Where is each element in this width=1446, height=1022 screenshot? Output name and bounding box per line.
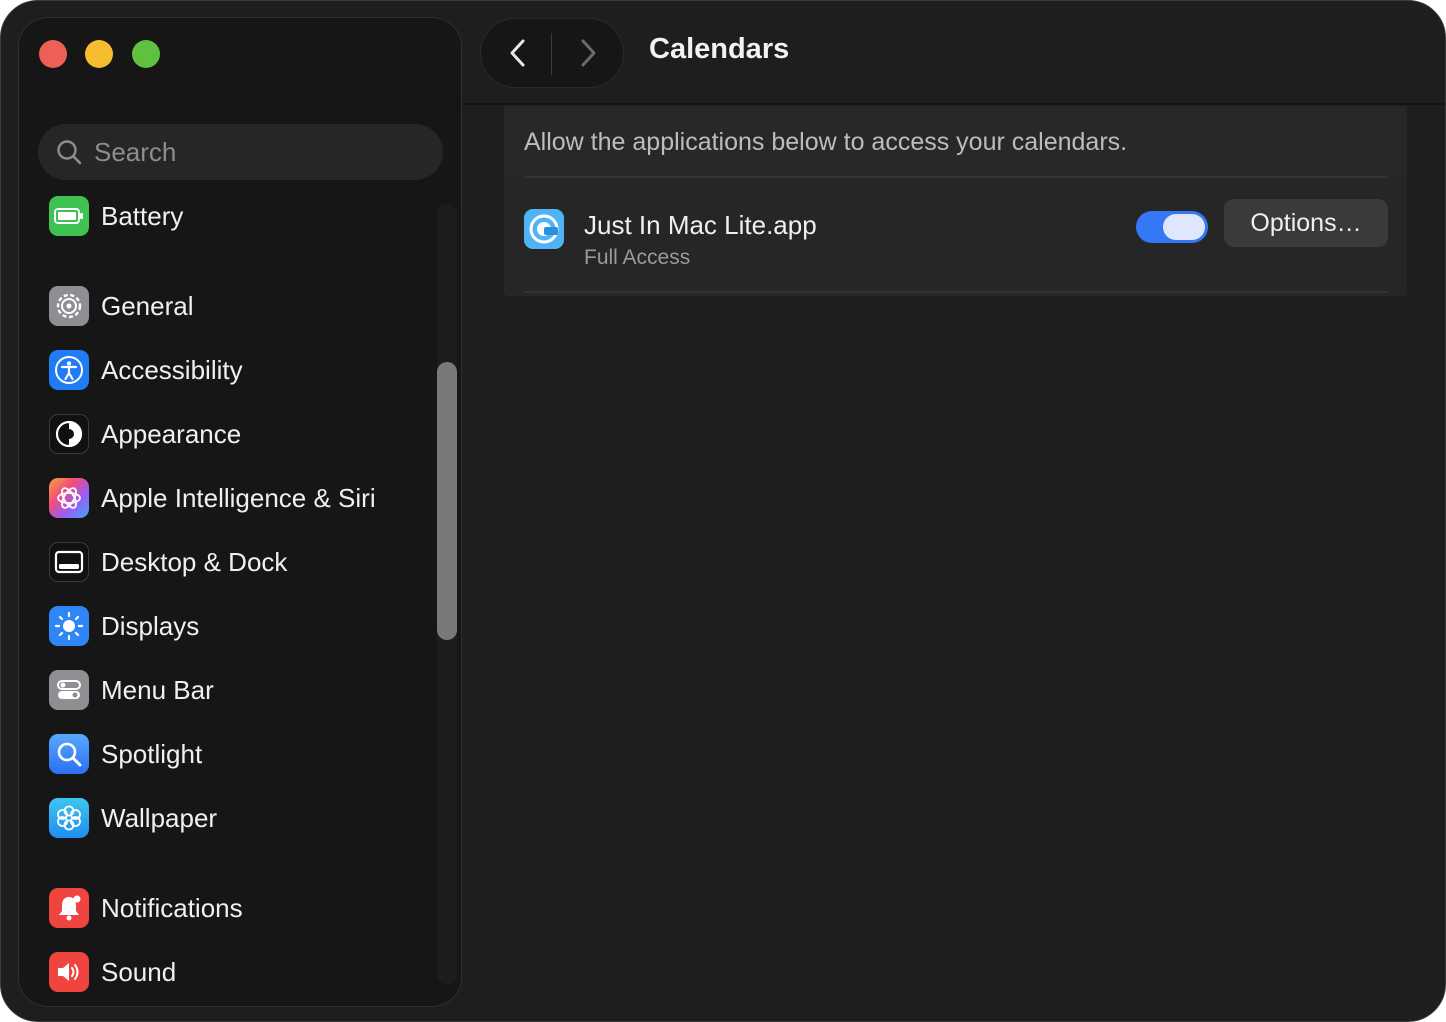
sidebar-item-label: Menu Bar — [101, 674, 214, 705]
appearance-icon — [49, 414, 89, 454]
panel-header: Allow the applications below to access y… — [504, 106, 1407, 174]
sidebar-item-label: Desktop & Dock — [101, 546, 288, 577]
navigation-buttons — [480, 18, 624, 88]
app-name: Just In Mac Lite.app — [584, 210, 817, 240]
accessibility-icon — [49, 350, 89, 390]
just-in-mac-icon — [524, 209, 564, 254]
minimize-window-button[interactable] — [85, 40, 113, 68]
sidebar-item-label: Notifications — [101, 892, 243, 923]
speaker-icon — [49, 952, 89, 992]
sidebar-item-wallpaper[interactable]: Wallpaper — [49, 796, 217, 840]
panel-divider-bottom — [524, 291, 1388, 293]
sidebar-scrollbar-thumb[interactable] — [437, 362, 457, 640]
sidebar-item-label: Sound — [101, 956, 177, 987]
panel-description: Allow the applications below to access y… — [524, 128, 1128, 156]
sidebar-item-label: Appearance — [101, 418, 242, 449]
sidebar-item-label: General — [101, 290, 194, 321]
sidebar-item-appearance[interactable]: Appearance — [49, 412, 241, 456]
sidebar-item-apple-intelligence-siri[interactable]: Apple Intelligence & Siri — [49, 476, 376, 520]
sidebar-item-label: Wallpaper — [101, 802, 218, 833]
zoom-window-button[interactable] — [132, 40, 160, 68]
back-button[interactable] — [483, 19, 553, 87]
page-title: Calendars — [649, 33, 790, 65]
search-input[interactable]: Search — [94, 137, 176, 168]
sidebar-item-battery[interactable]: Battery — [49, 194, 183, 238]
settings-window: Search Battery General Accessibility App… — [0, 0, 1446, 1022]
toggle-knob — [1163, 214, 1205, 240]
chevron-left-icon — [510, 39, 525, 67]
sidebar-item-label: Battery — [101, 200, 184, 231]
sidebar-item-label: Apple Intelligence & Siri — [101, 482, 376, 513]
panel-divider — [524, 176, 1388, 178]
search-field[interactable]: Search — [38, 124, 443, 180]
flower-icon — [49, 798, 89, 838]
sun-icon — [49, 606, 89, 646]
close-window-button[interactable] — [39, 40, 67, 68]
app-access-status: Full Access — [584, 246, 691, 269]
sidebar-item-displays[interactable]: Displays — [49, 604, 199, 648]
battery-icon — [49, 196, 89, 236]
nav-divider — [551, 33, 552, 75]
sidebar-item-sound[interactable]: Sound — [49, 950, 176, 994]
app-access-panel: Allow the applications below to access y… — [504, 106, 1407, 296]
sidebar-item-general[interactable]: General — [49, 284, 194, 328]
forward-button[interactable] — [553, 19, 623, 87]
magnifier-icon — [49, 734, 89, 774]
toolbar-divider — [463, 103, 1445, 105]
sidebar-item-desktop-dock[interactable]: Desktop & Dock — [49, 540, 287, 584]
sidebar-item-spotlight[interactable]: Spotlight — [49, 732, 202, 776]
search-icon — [57, 140, 82, 165]
sidebar-item-menu-bar[interactable]: Menu Bar — [49, 668, 214, 712]
bell-icon — [49, 888, 89, 928]
dock-icon — [49, 542, 89, 582]
gear-icon — [49, 286, 89, 326]
menu-bar-icon — [49, 670, 89, 710]
options-button[interactable]: Options… — [1224, 199, 1388, 247]
calendar-access-toggle[interactable] — [1136, 211, 1208, 243]
sidebar-item-notifications[interactable]: Notifications — [49, 886, 243, 930]
sidebar-item-label: Displays — [101, 610, 200, 641]
sidebar-item-label: Spotlight — [101, 738, 203, 769]
chevron-right-icon — [581, 39, 596, 67]
sidebar: Search Battery General Accessibility App… — [18, 17, 462, 1007]
sidebar-item-label: Accessibility — [101, 354, 243, 385]
sidebar-item-accessibility[interactable]: Accessibility — [49, 348, 243, 392]
siri-icon — [49, 478, 89, 518]
